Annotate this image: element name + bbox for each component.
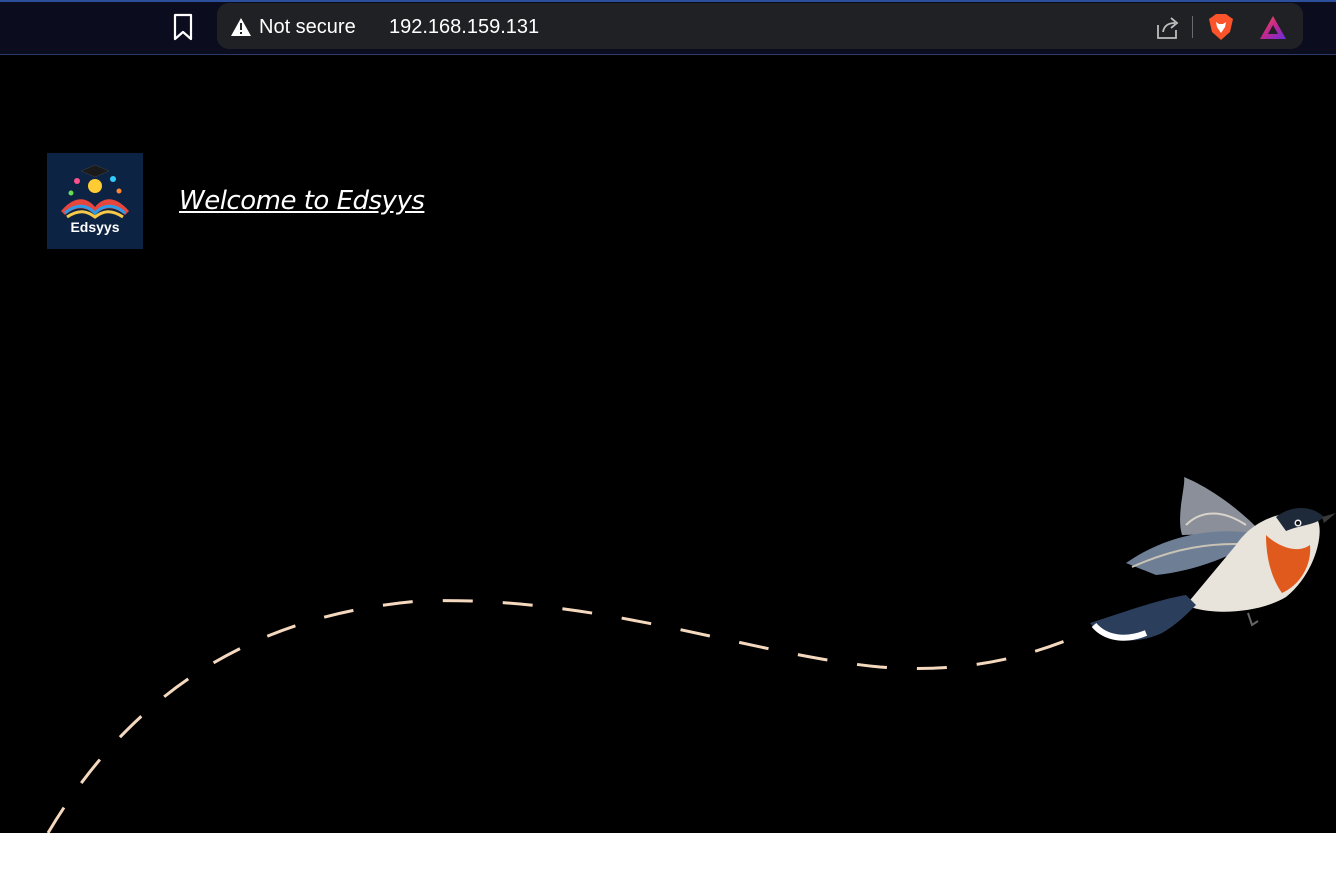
address-bar[interactable]: Not secure 192.168.159.131 xyxy=(217,3,1303,49)
url-text[interactable]: 192.168.159.131 xyxy=(389,15,539,39)
edsyys-logo[interactable]: Edsyys xyxy=(47,153,143,249)
brave-shield-icon[interactable] xyxy=(1208,13,1234,41)
divider xyxy=(1192,16,1193,38)
bookmark-icon[interactable] xyxy=(172,13,194,41)
security-status[interactable]: Not secure xyxy=(259,15,356,39)
web-page: Edsyys Welcome to Edsyys xyxy=(0,55,1336,833)
logo-text: Edsyys xyxy=(70,219,120,235)
bird-image xyxy=(1086,475,1336,655)
share-icon[interactable] xyxy=(1155,15,1181,41)
brave-rewards-icon[interactable] xyxy=(1259,15,1287,41)
browser-toolbar: Not secure 192.168.159.131 xyxy=(0,0,1336,55)
dashed-flight-path xyxy=(46,599,1081,833)
warning-icon xyxy=(230,17,252,37)
welcome-link[interactable]: Welcome to Edsyys xyxy=(179,184,425,218)
